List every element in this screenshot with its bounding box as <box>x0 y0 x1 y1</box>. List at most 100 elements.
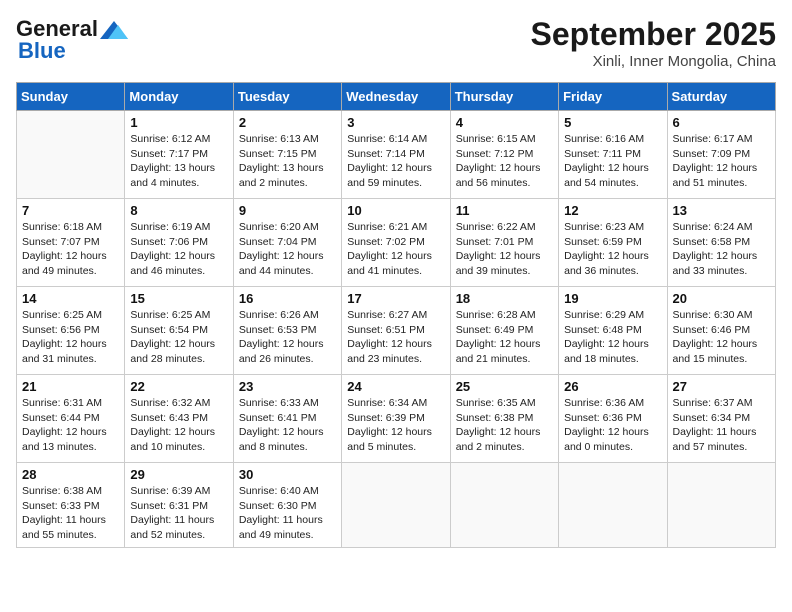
day-number: 13 <box>673 203 770 218</box>
calendar-cell <box>667 463 775 548</box>
day-info: Sunrise: 6:13 AMSunset: 7:15 PMDaylight:… <box>239 132 336 191</box>
day-info: Sunrise: 6:38 AMSunset: 6:33 PMDaylight:… <box>22 484 119 543</box>
day-info: Sunrise: 6:14 AMSunset: 7:14 PMDaylight:… <box>347 132 444 191</box>
calendar-cell: 30 Sunrise: 6:40 AMSunset: 6:30 PMDayligh… <box>233 463 341 548</box>
calendar-cell: 23 Sunrise: 6:33 AMSunset: 6:41 PMDayligh… <box>233 375 341 463</box>
day-info: Sunrise: 6:16 AMSunset: 7:11 PMDaylight:… <box>564 132 661 191</box>
day-number: 14 <box>22 291 119 306</box>
day-number: 29 <box>130 467 227 482</box>
calendar-cell: 11 Sunrise: 6:22 AMSunset: 7:01 PMDayligh… <box>450 199 558 287</box>
day-info: Sunrise: 6:19 AMSunset: 7:06 PMDaylight:… <box>130 220 227 279</box>
calendar-week-3: 14 Sunrise: 6:25 AMSunset: 6:56 PMDayligh… <box>17 287 776 375</box>
calendar-cell: 29 Sunrise: 6:39 AMSunset: 6:31 PMDayligh… <box>125 463 233 548</box>
day-number: 22 <box>130 379 227 394</box>
day-info: Sunrise: 6:23 AMSunset: 6:59 PMDaylight:… <box>564 220 661 279</box>
title-block: September 2025 Xinli, Inner Mongolia, Ch… <box>531 16 776 70</box>
day-number: 6 <box>673 115 770 130</box>
day-info: Sunrise: 6:21 AMSunset: 7:02 PMDaylight:… <box>347 220 444 279</box>
calendar-cell: 15 Sunrise: 6:25 AMSunset: 6:54 PMDayligh… <box>125 287 233 375</box>
calendar-week-2: 7 Sunrise: 6:18 AMSunset: 7:07 PMDaylight… <box>17 199 776 287</box>
calendar-cell: 20Sunrise: 6:30 AMSunset: 6:46 PMDayligh… <box>667 287 775 375</box>
day-number: 21 <box>22 379 119 394</box>
weekday-header-friday: Friday <box>559 83 667 111</box>
calendar-cell <box>342 463 450 548</box>
calendar-week-4: 21 Sunrise: 6:31 AMSunset: 6:44 PMDayligh… <box>17 375 776 463</box>
weekday-header-tuesday: Tuesday <box>233 83 341 111</box>
calendar-cell: 14 Sunrise: 6:25 AMSunset: 6:56 PMDayligh… <box>17 287 125 375</box>
calendar-cell <box>559 463 667 548</box>
calendar-cell: 4 Sunrise: 6:15 AMSunset: 7:12 PMDaylight… <box>450 111 558 199</box>
day-number: 24 <box>347 379 444 394</box>
day-number: 15 <box>130 291 227 306</box>
calendar-cell: 1 Sunrise: 6:12 AMSunset: 7:17 PMDaylight… <box>125 111 233 199</box>
calendar-cell <box>17 111 125 199</box>
month-title: September 2025 <box>531 16 776 53</box>
calendar-cell: 27Sunrise: 6:37 AMSunset: 6:34 PMDayligh… <box>667 375 775 463</box>
day-info: Sunrise: 6:30 AMSunset: 6:46 PMDaylight:… <box>673 308 770 367</box>
calendar-cell: 26Sunrise: 6:36 AMSunset: 6:36 PMDayligh… <box>559 375 667 463</box>
day-info: Sunrise: 6:18 AMSunset: 7:07 PMDaylight:… <box>22 220 119 279</box>
day-number: 12 <box>564 203 661 218</box>
weekday-header-wednesday: Wednesday <box>342 83 450 111</box>
day-number: 10 <box>347 203 444 218</box>
day-number: 19 <box>564 291 661 306</box>
day-info: Sunrise: 6:26 AMSunset: 6:53 PMDaylight:… <box>239 308 336 367</box>
day-info: Sunrise: 6:37 AMSunset: 6:34 PMDaylight:… <box>673 396 770 455</box>
day-number: 23 <box>239 379 336 394</box>
calendar-cell: 28 Sunrise: 6:38 AMSunset: 6:33 PMDayligh… <box>17 463 125 548</box>
calendar-cell: 7 Sunrise: 6:18 AMSunset: 7:07 PMDaylight… <box>17 199 125 287</box>
day-number: 3 <box>347 115 444 130</box>
page-header: General Blue September 2025 Xinli, Inner… <box>16 16 776 70</box>
day-number: 28 <box>22 467 119 482</box>
day-number: 30 <box>239 467 336 482</box>
calendar-table: SundayMondayTuesdayWednesdayThursdayFrid… <box>16 82 776 548</box>
day-info: Sunrise: 6:25 AMSunset: 6:54 PMDaylight:… <box>130 308 227 367</box>
day-info: Sunrise: 6:15 AMSunset: 7:12 PMDaylight:… <box>456 132 553 191</box>
calendar-cell: 2 Sunrise: 6:13 AMSunset: 7:15 PMDaylight… <box>233 111 341 199</box>
calendar-cell: 19Sunrise: 6:29 AMSunset: 6:48 PMDayligh… <box>559 287 667 375</box>
day-number: 17 <box>347 291 444 306</box>
day-info: Sunrise: 6:34 AMSunset: 6:39 PMDaylight:… <box>347 396 444 455</box>
day-info: Sunrise: 6:20 AMSunset: 7:04 PMDaylight:… <box>239 220 336 279</box>
location-title: Xinli, Inner Mongolia, China <box>531 53 776 70</box>
day-number: 18 <box>456 291 553 306</box>
weekday-header-saturday: Saturday <box>667 83 775 111</box>
calendar-cell: 17 Sunrise: 6:27 AMSunset: 6:51 PMDayligh… <box>342 287 450 375</box>
calendar-body: 1 Sunrise: 6:12 AMSunset: 7:17 PMDaylight… <box>17 111 776 548</box>
calendar-cell: 13Sunrise: 6:24 AMSunset: 6:58 PMDayligh… <box>667 199 775 287</box>
day-info: Sunrise: 6:31 AMSunset: 6:44 PMDaylight:… <box>22 396 119 455</box>
day-number: 4 <box>456 115 553 130</box>
logo: General Blue <box>16 16 128 64</box>
calendar-cell: 6Sunrise: 6:17 AMSunset: 7:09 PMDaylight… <box>667 111 775 199</box>
day-number: 8 <box>130 203 227 218</box>
day-info: Sunrise: 6:33 AMSunset: 6:41 PMDaylight:… <box>239 396 336 455</box>
day-number: 7 <box>22 203 119 218</box>
calendar-cell: 5 Sunrise: 6:16 AMSunset: 7:11 PMDaylight… <box>559 111 667 199</box>
calendar-cell: 12 Sunrise: 6:23 AMSunset: 6:59 PMDayligh… <box>559 199 667 287</box>
calendar-cell: 8 Sunrise: 6:19 AMSunset: 7:06 PMDaylight… <box>125 199 233 287</box>
day-number: 25 <box>456 379 553 394</box>
day-info: Sunrise: 6:32 AMSunset: 6:43 PMDaylight:… <box>130 396 227 455</box>
calendar-cell: 25 Sunrise: 6:35 AMSunset: 6:38 PMDayligh… <box>450 375 558 463</box>
day-info: Sunrise: 6:40 AMSunset: 6:30 PMDaylight:… <box>239 484 336 543</box>
calendar-cell: 16 Sunrise: 6:26 AMSunset: 6:53 PMDayligh… <box>233 287 341 375</box>
day-info: Sunrise: 6:25 AMSunset: 6:56 PMDaylight:… <box>22 308 119 367</box>
day-info: Sunrise: 6:35 AMSunset: 6:38 PMDaylight:… <box>456 396 553 455</box>
calendar-cell: 24 Sunrise: 6:34 AMSunset: 6:39 PMDayligh… <box>342 375 450 463</box>
day-number: 16 <box>239 291 336 306</box>
day-info: Sunrise: 6:22 AMSunset: 7:01 PMDaylight:… <box>456 220 553 279</box>
day-info: Sunrise: 6:28 AMSunset: 6:49 PMDaylight:… <box>456 308 553 367</box>
calendar-cell: 9Sunrise: 6:20 AMSunset: 7:04 PMDaylight… <box>233 199 341 287</box>
day-info: Sunrise: 6:27 AMSunset: 6:51 PMDaylight:… <box>347 308 444 367</box>
day-info: Sunrise: 6:39 AMSunset: 6:31 PMDaylight:… <box>130 484 227 543</box>
calendar-cell: 18 Sunrise: 6:28 AMSunset: 6:49 PMDayligh… <box>450 287 558 375</box>
day-number: 5 <box>564 115 661 130</box>
calendar-cell: 10 Sunrise: 6:21 AMSunset: 7:02 PMDayligh… <box>342 199 450 287</box>
weekday-header-row: SundayMondayTuesdayWednesdayThursdayFrid… <box>17 83 776 111</box>
day-number: 2 <box>239 115 336 130</box>
day-number: 1 <box>130 115 227 130</box>
weekday-header-thursday: Thursday <box>450 83 558 111</box>
day-info: Sunrise: 6:12 AMSunset: 7:17 PMDaylight:… <box>130 132 227 191</box>
calendar-cell <box>450 463 558 548</box>
day-number: 11 <box>456 203 553 218</box>
